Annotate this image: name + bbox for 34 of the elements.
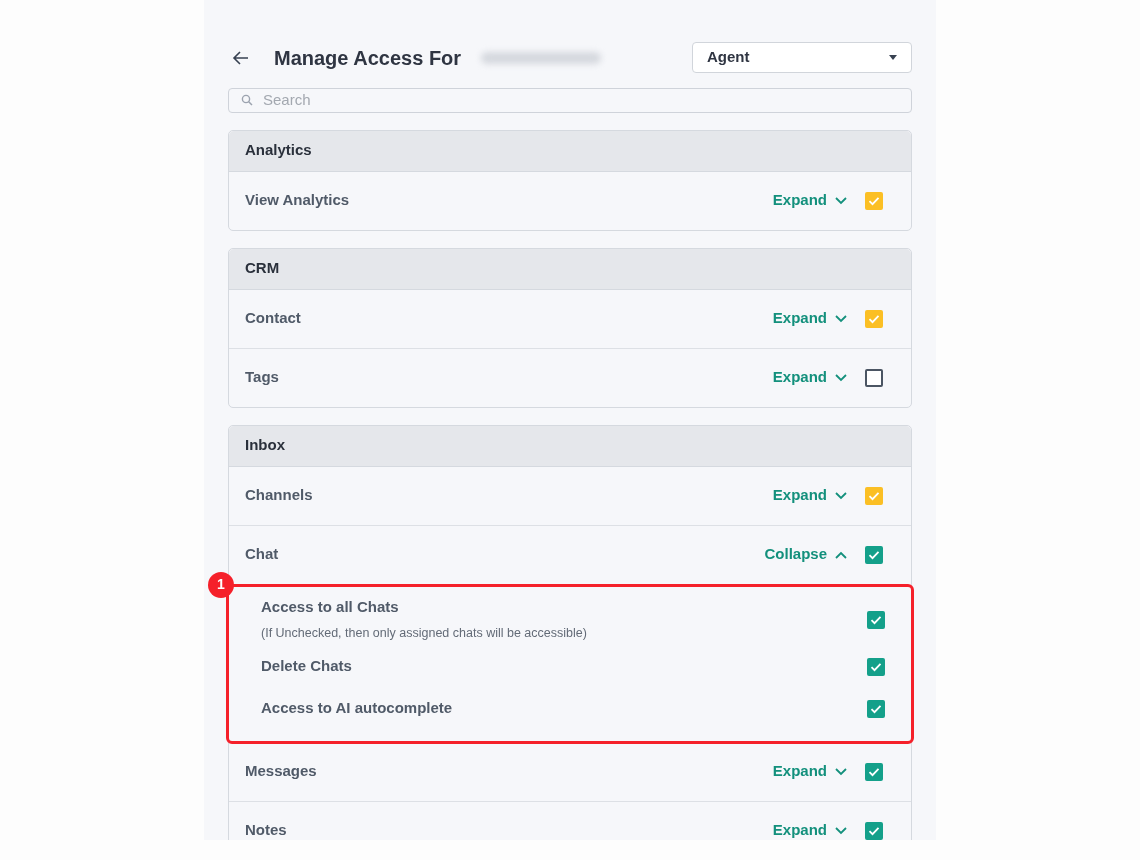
sub-permission-label: Access to AI autocomplete [261,698,453,719]
search-icon [241,94,253,107]
toggle-link[interactable]: Expand [772,484,847,507]
back-arrow-icon[interactable] [232,48,250,67]
checkbox[interactable] [865,821,883,840]
toggle-link[interactable]: Expand [772,307,847,330]
checkbox[interactable] [867,657,885,676]
section-title: Inbox [245,435,285,456]
sub-permission-label: Access to all Chats [261,597,400,618]
toggle-link[interactable]: Expand [772,366,847,389]
role-dropdown[interactable]: Agent [692,42,912,73]
callout-badge: 1 [208,571,234,598]
checkbox[interactable] [865,545,883,564]
permission-note: (If Unchecked, then only assigned chats will be accessible) [261,624,587,642]
sub-permission-label: Delete Chats [261,656,352,677]
permission-label: Contact [245,308,301,329]
checkbox[interactable] [867,610,885,629]
section-title: Analytics [245,140,312,161]
toggle-link[interactable]: Expand [772,189,847,212]
caret-icon [889,55,897,60]
checkbox[interactable] [867,699,885,718]
section-title: CRM [245,258,280,279]
toggle-link[interactable]: Expand [772,760,847,783]
checkbox[interactable] [865,762,883,781]
toggle-link[interactable]: Collapse [764,543,847,566]
checkbox[interactable] [865,368,883,387]
permission-label: Messages [245,761,317,782]
permission-label: View Analytics [245,190,350,211]
permission-label: Channels [245,485,313,506]
permission-label: Notes [245,820,287,840]
permission-label: Chat [245,544,279,565]
toggle-link[interactable]: Expand [772,819,847,840]
page-title: Manage Access For [274,45,462,71]
permission-label: Tags [245,367,279,388]
